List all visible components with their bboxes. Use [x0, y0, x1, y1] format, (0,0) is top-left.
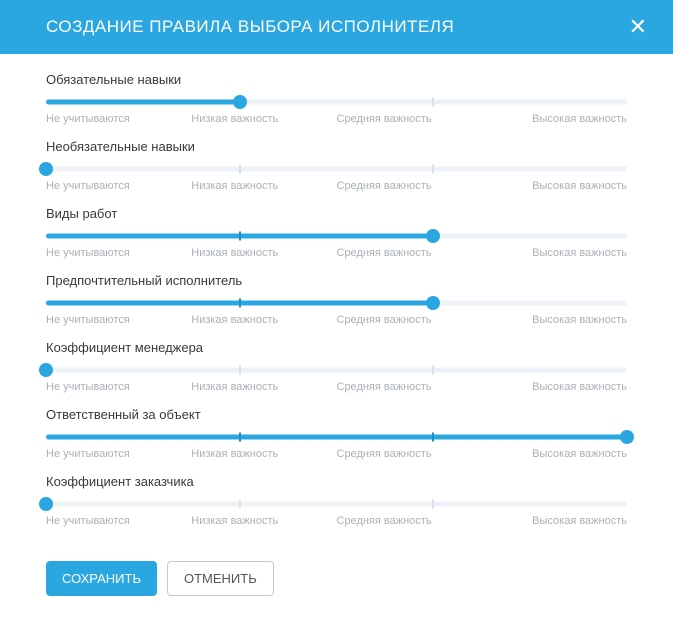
dialog-header: СОЗДАНИЕ ПРАВИЛА ВЫБОРА ИСПОЛНИТЕЛЯ ✕: [0, 0, 673, 54]
slider-scale-label: Не учитываются: [46, 180, 191, 192]
slider-group: Обязательные навыки Не учитываютсяНизкая …: [46, 72, 627, 125]
slider-scale: Не учитываютсяНизкая важностьСредняя важ…: [46, 314, 627, 326]
slider-scale-label: Не учитываются: [46, 448, 191, 460]
slider-scale: Не учитываютсяНизкая важностьСредняя важ…: [46, 113, 627, 125]
slider-scale-label: Низкая важность: [191, 381, 336, 393]
slider-group: Коэффициент заказчика Не учитываютсяНизка…: [46, 474, 627, 527]
slider-scale: Не учитываютсяНизкая важностьСредняя важ…: [46, 448, 627, 460]
slider-tick: [239, 366, 241, 375]
slider-scale-label: Низкая важность: [191, 314, 336, 326]
slider-scale-label: Высокая важность: [482, 515, 627, 527]
slider-scale-label: Низкая важность: [191, 515, 336, 527]
slider-scale-label: Средняя важность: [337, 314, 482, 326]
slider-group: Ответственный за объект Не учитываютсяНиз…: [46, 407, 627, 460]
slider-scale: Не учитываютсяНизкая важностьСредняя важ…: [46, 381, 627, 393]
slider-scale-label: Средняя важность: [337, 381, 482, 393]
slider-scale-label: Высокая важность: [482, 180, 627, 192]
dialog-footer: СОХРАНИТЬ ОТМЕНИТЬ: [0, 541, 673, 620]
slider-scale-label: Высокая важность: [482, 113, 627, 125]
slider-scale-label: Низкая важность: [191, 113, 336, 125]
slider-handle[interactable]: [426, 296, 440, 310]
slider-label: Предпочтительный исполнитель: [46, 273, 627, 288]
slider-scale-label: Средняя важность: [337, 515, 482, 527]
slider-handle[interactable]: [39, 363, 53, 377]
cancel-button[interactable]: ОТМЕНИТЬ: [167, 561, 274, 596]
slider-handle[interactable]: [620, 430, 634, 444]
slider-track-bg: [46, 502, 627, 507]
slider-track[interactable]: [46, 497, 627, 511]
slider-scale-label: Не учитываются: [46, 247, 191, 259]
slider-scale-label: Низкая важность: [191, 180, 336, 192]
slider-handle[interactable]: [39, 497, 53, 511]
slider-tick: [239, 232, 241, 241]
slider-tick: [239, 500, 241, 509]
slider-scale: Не учитываютсяНизкая важностьСредняя важ…: [46, 247, 627, 259]
slider-track-bg: [46, 167, 627, 172]
slider-track[interactable]: [46, 363, 627, 377]
slider-label: Коэффициент менеджера: [46, 340, 627, 355]
slider-tick: [432, 165, 434, 174]
slider-track[interactable]: [46, 430, 627, 444]
slider-tick: [239, 165, 241, 174]
slider-track-fill: [46, 435, 627, 440]
slider-scale-label: Высокая важность: [482, 381, 627, 393]
slider-handle[interactable]: [39, 162, 53, 176]
slider-label: Необязательные навыки: [46, 139, 627, 154]
slider-handle[interactable]: [233, 95, 247, 109]
slider-track-bg: [46, 368, 627, 373]
slider-scale-label: Средняя важность: [337, 113, 482, 125]
slider-scale-label: Высокая важность: [482, 314, 627, 326]
slider-scale-label: Средняя важность: [337, 247, 482, 259]
slider-label: Виды работ: [46, 206, 627, 221]
slider-scale-label: Не учитываются: [46, 515, 191, 527]
slider-scale-label: Низкая важность: [191, 448, 336, 460]
save-button[interactable]: СОХРАНИТЬ: [46, 561, 157, 596]
slider-tick: [432, 366, 434, 375]
slider-scale: Не учитываютсяНизкая важностьСредняя важ…: [46, 515, 627, 527]
slider-track[interactable]: [46, 229, 627, 243]
slider-track[interactable]: [46, 296, 627, 310]
slider-scale-label: Низкая важность: [191, 247, 336, 259]
slider-scale-label: Не учитываются: [46, 381, 191, 393]
slider-label: Ответственный за объект: [46, 407, 627, 422]
slider-tick: [432, 98, 434, 107]
dialog-title: СОЗДАНИЕ ПРАВИЛА ВЫБОРА ИСПОЛНИТЕЛЯ: [46, 17, 454, 37]
dialog-content: Обязательные навыкиНе учитываютсяНизкая …: [0, 54, 673, 527]
slider-track-fill: [46, 100, 240, 105]
slider-scale-label: Высокая важность: [482, 448, 627, 460]
slider-group: Виды работ Не учитываютсяНизкая важностьС…: [46, 206, 627, 259]
slider-label: Коэффициент заказчика: [46, 474, 627, 489]
slider-group: Необязательные навыки Не учитываютсяНизка…: [46, 139, 627, 192]
slider-tick: [432, 500, 434, 509]
slider-label: Обязательные навыки: [46, 72, 627, 87]
slider-scale: Не учитываютсяНизкая важностьСредняя важ…: [46, 180, 627, 192]
close-icon[interactable]: ✕: [629, 16, 647, 38]
slider-scale-label: Не учитываются: [46, 113, 191, 125]
slider-scale-label: Средняя важность: [337, 180, 482, 192]
slider-track[interactable]: [46, 162, 627, 176]
slider-scale-label: Не учитываются: [46, 314, 191, 326]
slider-tick: [239, 433, 241, 442]
slider-group: Коэффициент менеджера Не учитываютсяНизка…: [46, 340, 627, 393]
slider-handle[interactable]: [426, 229, 440, 243]
slider-track[interactable]: [46, 95, 627, 109]
slider-tick: [432, 433, 434, 442]
slider-scale-label: Высокая важность: [482, 247, 627, 259]
slider-group: Предпочтительный исполнитель Не учитывают…: [46, 273, 627, 326]
slider-scale-label: Средняя важность: [337, 448, 482, 460]
slider-tick: [239, 299, 241, 308]
